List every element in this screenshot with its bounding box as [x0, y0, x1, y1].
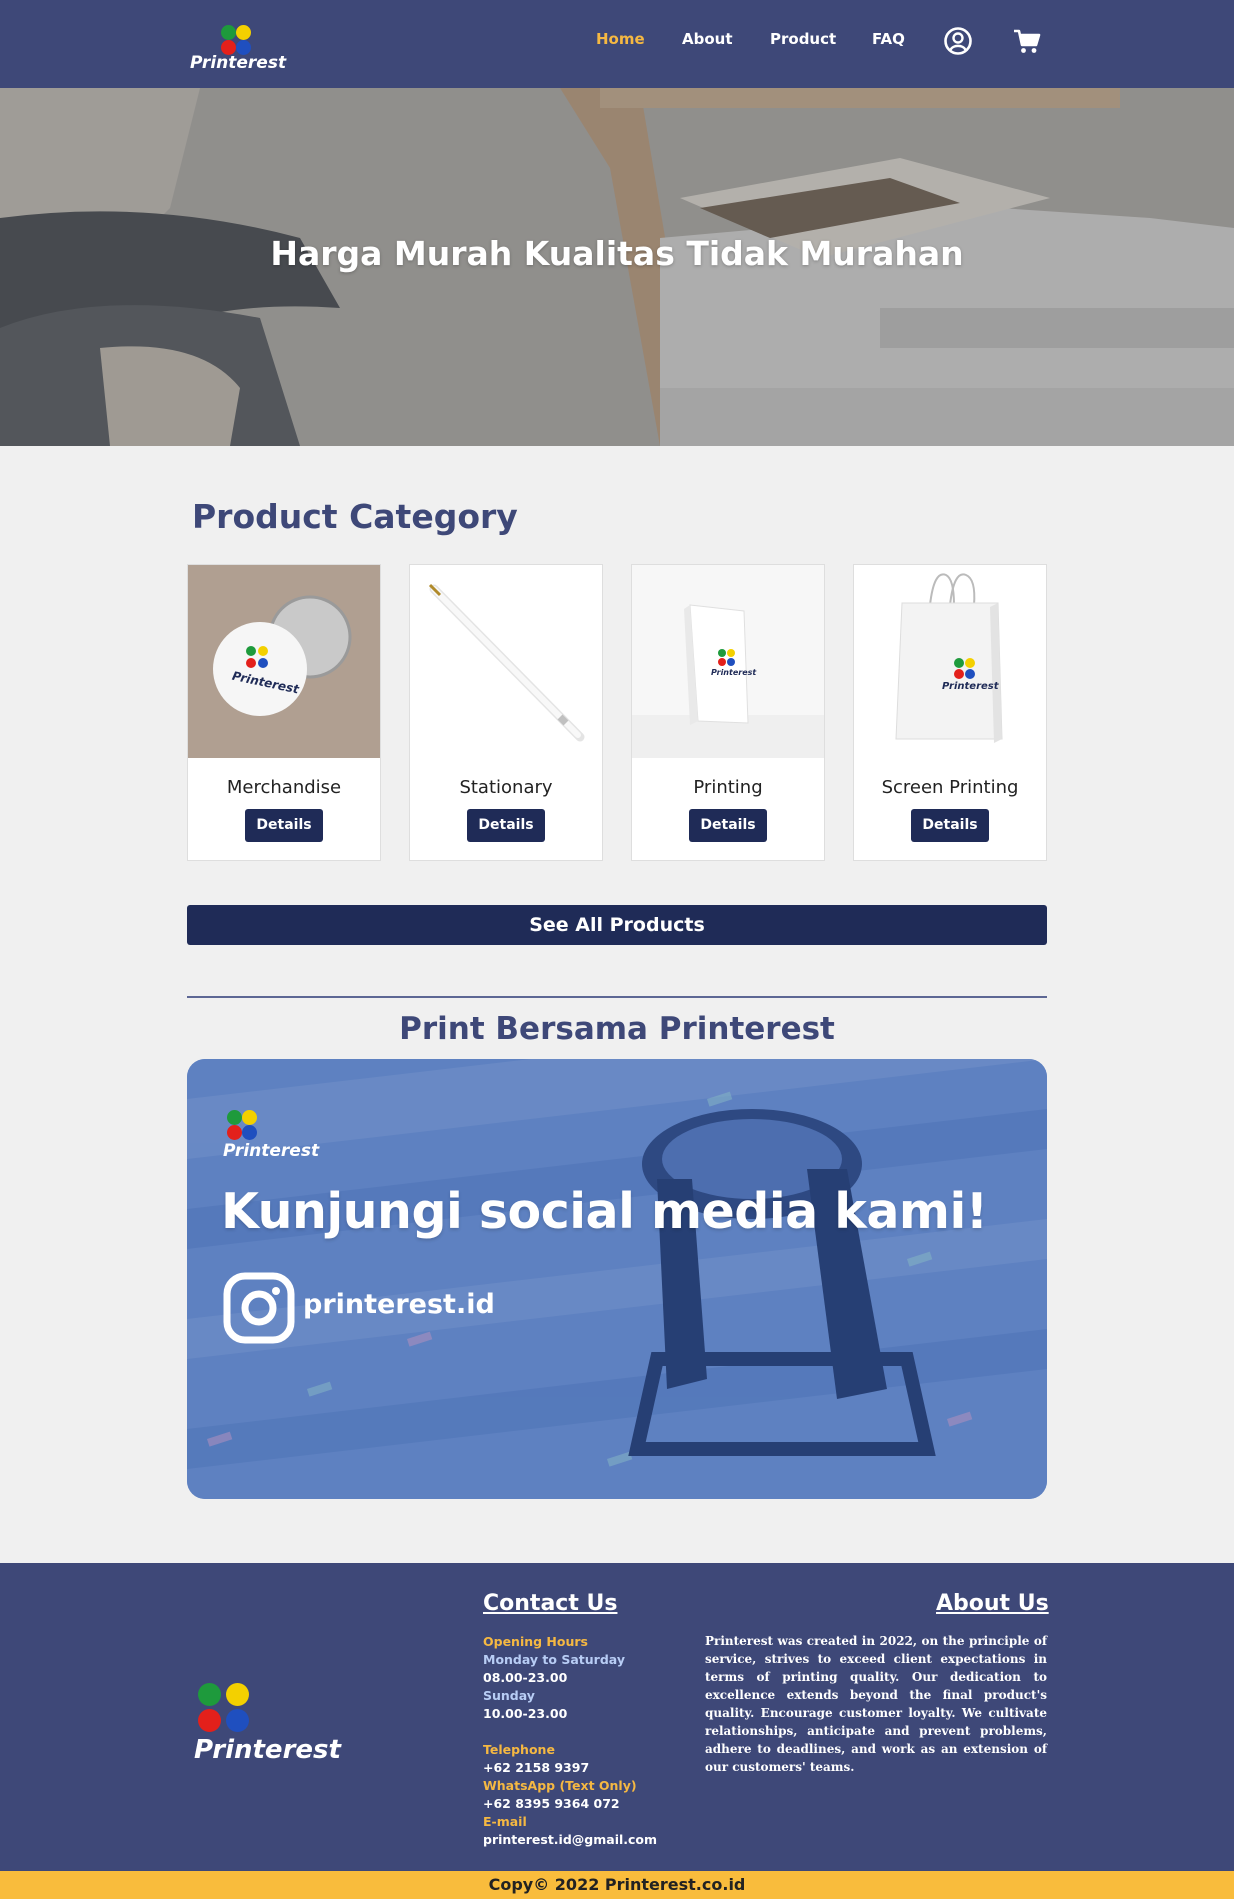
email-label: E-mail — [483, 1814, 527, 1829]
card-label-screen-printing: Screen Printing — [881, 777, 1019, 798]
pin-button-image: Printerest — [188, 565, 380, 758]
svg-text:Printerest: Printerest — [711, 668, 757, 677]
shopping-bag-image: Printerest — [854, 565, 1046, 758]
whatsapp-value[interactable]: +62 8395 9364 072 — [483, 1795, 657, 1813]
footer-logo-text: Printerest — [194, 1735, 341, 1765]
sunday-hours: 10.00-23.00 — [483, 1706, 568, 1721]
details-button-merchandise[interactable]: Details — [245, 809, 323, 842]
card-label-printing: Printing — [693, 777, 763, 798]
section-divider — [187, 996, 1047, 998]
social-media-banner[interactable]: Printerest Kunjungi social media kami! p… — [187, 1059, 1047, 1499]
svg-text:Printerest: Printerest — [942, 681, 1000, 692]
product-card-stationary: Stationary Details — [409, 564, 603, 861]
pen-image — [410, 565, 602, 758]
about-us-text: Printerest was created in 2022, on the p… — [705, 1634, 1047, 1774]
shopping-cart-icon[interactable] — [1012, 26, 1042, 56]
card-label-merchandise: Merchandise — [226, 777, 342, 798]
footer: Printerest Contact Us Opening Hours Mond… — [0, 1563, 1234, 1871]
product-card-screen-printing: Printerest Screen Printing Details — [853, 564, 1047, 861]
footer-logo-dots-icon — [194, 1681, 254, 1735]
see-all-products-button[interactable]: See All Products — [187, 905, 1047, 945]
details-button-printing[interactable]: Details — [689, 809, 767, 842]
card-label-stationary: Stationary — [459, 777, 553, 798]
product-category-title: Product Category — [192, 497, 518, 536]
whatsapp-label: WhatsApp (Text Only) — [483, 1778, 637, 1793]
weekday-label: Monday to Saturday — [483, 1652, 625, 1667]
opening-hours-label: Opening Hours — [483, 1634, 588, 1649]
product-card-merchandise: Printerest Merchandise Details — [187, 564, 381, 861]
banner-headline: Kunjungi social media kami! — [221, 1183, 988, 1240]
footer-brand-logo: Printerest — [194, 1681, 341, 1771]
weekday-hours: 08.00-23.00 — [483, 1670, 568, 1685]
logo-text: Printerest — [190, 53, 287, 73]
sunday-label: Sunday — [483, 1688, 535, 1703]
printed-book-image: Printerest — [632, 565, 824, 758]
printing-color-bars-image — [187, 1059, 1047, 1499]
nav-home[interactable]: Home — [596, 30, 645, 48]
instagram-icon[interactable] — [223, 1272, 295, 1344]
print-section-title: Print Bersama Printerest — [399, 1011, 835, 1047]
details-button-stationary[interactable]: Details — [467, 809, 545, 842]
brand-logo[interactable]: Printerest — [190, 18, 286, 78]
product-card-printing: Printerest Printing Details — [631, 564, 825, 861]
navbar: Printerest Home About Product FAQ — [0, 0, 1234, 88]
hero-title: Harga Murah Kualitas Tidak Murahan — [270, 234, 964, 273]
email-value[interactable]: printerest.id@gmail.com — [483, 1831, 657, 1849]
contact-us-title: Contact Us — [483, 1591, 618, 1616]
nav-product[interactable]: Product — [770, 30, 836, 48]
copyright-bar: Copy© 2022 Printerest.co.id — [0, 1871, 1234, 1899]
contact-details: Opening Hours Monday to Saturday 08.00-2… — [483, 1633, 657, 1849]
instagram-handle[interactable]: printerest.id — [303, 1289, 495, 1320]
nav-about[interactable]: About — [682, 30, 733, 48]
telephone-value[interactable]: +62 2158 9397 — [483, 1759, 657, 1777]
banner-brand-logo: Printerest — [223, 1107, 319, 1165]
hero-banner: Harga Murah Kualitas Tidak Murahan — [0, 88, 1234, 446]
logo-dots-icon — [217, 22, 257, 56]
banner-logo-text: Printerest — [223, 1141, 320, 1161]
about-us-title: About Us — [936, 1591, 1049, 1616]
telephone-label: Telephone — [483, 1742, 555, 1757]
nav-faq[interactable]: FAQ — [872, 30, 905, 48]
user-circle-icon[interactable] — [943, 26, 973, 56]
details-button-screen-printing[interactable]: Details — [911, 809, 989, 842]
